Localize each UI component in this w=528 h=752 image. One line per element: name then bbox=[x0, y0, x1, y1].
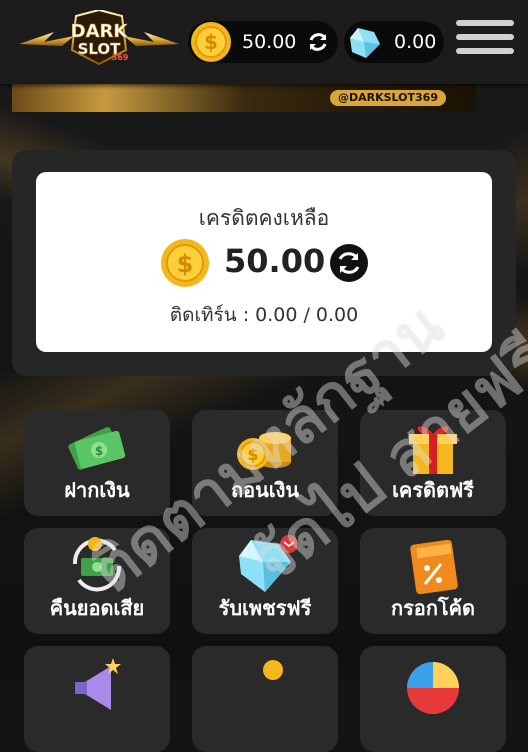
promo-banner[interactable]: @DARKSLOT369 bbox=[12, 84, 476, 112]
money-stack-icon: $ bbox=[68, 427, 126, 470]
free-credit-button[interactable]: เครดิตฟรี bbox=[360, 410, 506, 516]
withdraw-button[interactable]: $ ถอนเงิน bbox=[192, 410, 338, 516]
cashback-icon bbox=[72, 537, 122, 592]
wheel-tile[interactable] bbox=[360, 646, 506, 752]
diamond-icon bbox=[239, 535, 297, 592]
coin-balance-pill[interactable]: $ 50.00 bbox=[188, 21, 338, 63]
credit-title: เครดิตคงเหลือ bbox=[198, 206, 330, 230]
menu-line-icon bbox=[456, 20, 514, 26]
free-diamond-button[interactable]: รับเพชรฟรี bbox=[192, 528, 338, 634]
coupon-icon bbox=[410, 539, 458, 595]
svg-text:$: $ bbox=[95, 444, 103, 458]
cashback-button[interactable]: คืนยอดเสีย bbox=[24, 528, 170, 634]
diamond-icon bbox=[350, 28, 380, 58]
banner-tag: @DARKSLOT369 bbox=[330, 90, 446, 106]
turnover-status: ติดเทิร์น : 0.00 / 0.00 bbox=[169, 304, 359, 326]
tile-label: ฝากเงิน bbox=[64, 478, 130, 502]
tile-label: คืนยอดเสีย bbox=[49, 596, 145, 620]
promo-tile[interactable] bbox=[24, 646, 170, 752]
gem-balance-pill[interactable]: 0.00 bbox=[344, 21, 444, 63]
svg-text:$: $ bbox=[247, 445, 258, 464]
refresh-icon[interactable] bbox=[306, 30, 330, 54]
coin-balance-value: 50.00 bbox=[242, 31, 297, 53]
credit-panel: เครดิตคงเหลือ $ 50.00 ติดเทิร์น : 0.00 /… bbox=[12, 150, 516, 376]
deposit-button[interactable]: $ ฝากเงิน bbox=[24, 410, 170, 516]
credit-amount: 50.00 bbox=[224, 242, 326, 280]
coin-icon bbox=[263, 660, 283, 680]
megaphone-icon bbox=[75, 658, 121, 710]
svg-text:$: $ bbox=[177, 250, 194, 278]
top-header: DARK SLOT 369 $ 50.00 0.00 bbox=[0, 0, 528, 84]
menu-line-icon bbox=[456, 48, 514, 54]
tile-label: ถอนเงิน bbox=[230, 478, 300, 502]
enter-code-button[interactable]: กรอกโค้ด bbox=[360, 528, 506, 634]
hamburger-menu-button[interactable] bbox=[456, 20, 514, 64]
coin-icon: $ bbox=[191, 22, 231, 62]
menu-line-icon bbox=[456, 34, 514, 40]
coin-icon: $ bbox=[161, 239, 209, 287]
coin-stack-icon: $ bbox=[237, 432, 291, 470]
tile-label: เครดิตฟรี bbox=[392, 478, 474, 502]
refresh-button[interactable] bbox=[330, 244, 368, 282]
tile-label: รับเพชรฟรี bbox=[218, 596, 312, 620]
spin-wheel-icon bbox=[407, 662, 459, 714]
svg-text:DARK: DARK bbox=[71, 21, 129, 42]
credit-card: เครดิตคงเหลือ $ 50.00 ติดเทิร์น : 0.00 /… bbox=[36, 172, 492, 352]
tile-label: กรอกโค้ด bbox=[390, 596, 476, 620]
brand-logo[interactable]: DARK SLOT 369 bbox=[14, 10, 184, 74]
svg-text:369: 369 bbox=[112, 53, 129, 62]
svg-text:$: $ bbox=[204, 30, 218, 54]
coin-tile[interactable] bbox=[192, 646, 338, 752]
gift-box-icon bbox=[409, 426, 457, 474]
gem-balance-value: 0.00 bbox=[394, 31, 437, 53]
